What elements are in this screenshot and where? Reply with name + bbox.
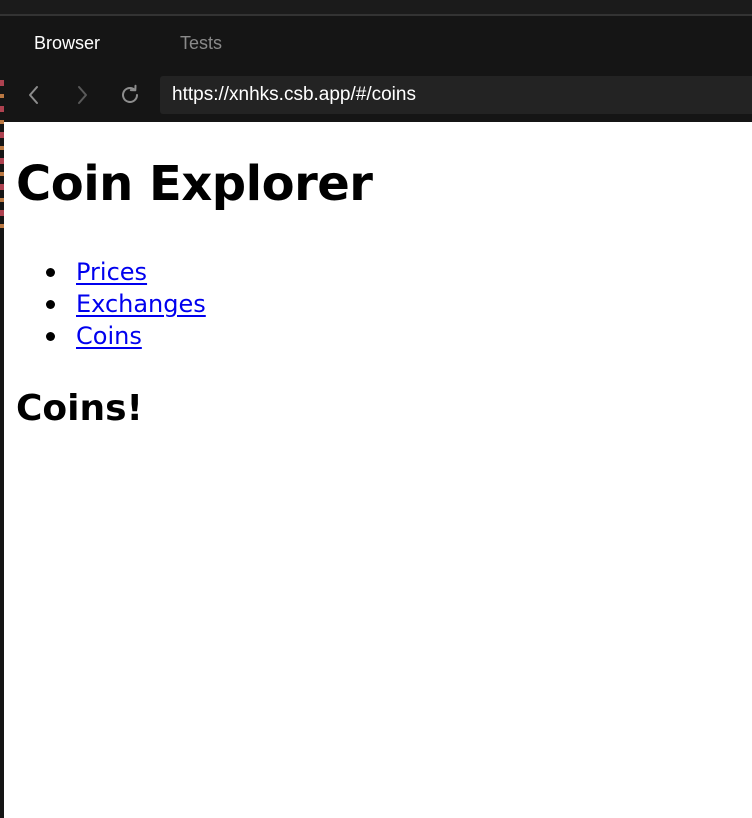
window-top-strip bbox=[0, 0, 752, 16]
back-button[interactable] bbox=[20, 81, 48, 109]
nav-item-exchanges: Exchanges bbox=[46, 288, 206, 320]
exchanges-link[interactable]: Exchanges bbox=[76, 290, 206, 318]
chevron-left-icon bbox=[29, 86, 38, 104]
reload-icon bbox=[122, 84, 138, 103]
bullet bbox=[46, 268, 55, 277]
forward-button[interactable] bbox=[68, 81, 96, 109]
prices-link[interactable]: Prices bbox=[76, 258, 147, 286]
reload-button[interactable] bbox=[116, 81, 144, 109]
chevron-right-icon bbox=[78, 86, 87, 104]
browser-nav-bar bbox=[0, 68, 752, 122]
bullet bbox=[46, 332, 55, 341]
page-title: Coin Explorer bbox=[16, 156, 373, 212]
site-nav-list: Prices Exchanges Coins bbox=[16, 256, 206, 352]
bullet bbox=[46, 300, 55, 309]
tab-tests[interactable]: Tests bbox=[180, 16, 222, 68]
app-window: Browser Tests Coin Explorer bbox=[0, 0, 752, 818]
tab-browser[interactable]: Browser bbox=[34, 16, 100, 68]
nav-item-coins: Coins bbox=[46, 320, 206, 352]
nav-item-prices: Prices bbox=[46, 256, 206, 288]
panel-tab-bar: Browser Tests bbox=[0, 16, 752, 68]
page-viewport: Coin Explorer Prices Exchanges Coins Coi… bbox=[4, 122, 752, 818]
url-input[interactable] bbox=[160, 76, 752, 114]
coins-link[interactable]: Coins bbox=[76, 322, 142, 350]
section-heading: Coins! bbox=[16, 388, 143, 429]
